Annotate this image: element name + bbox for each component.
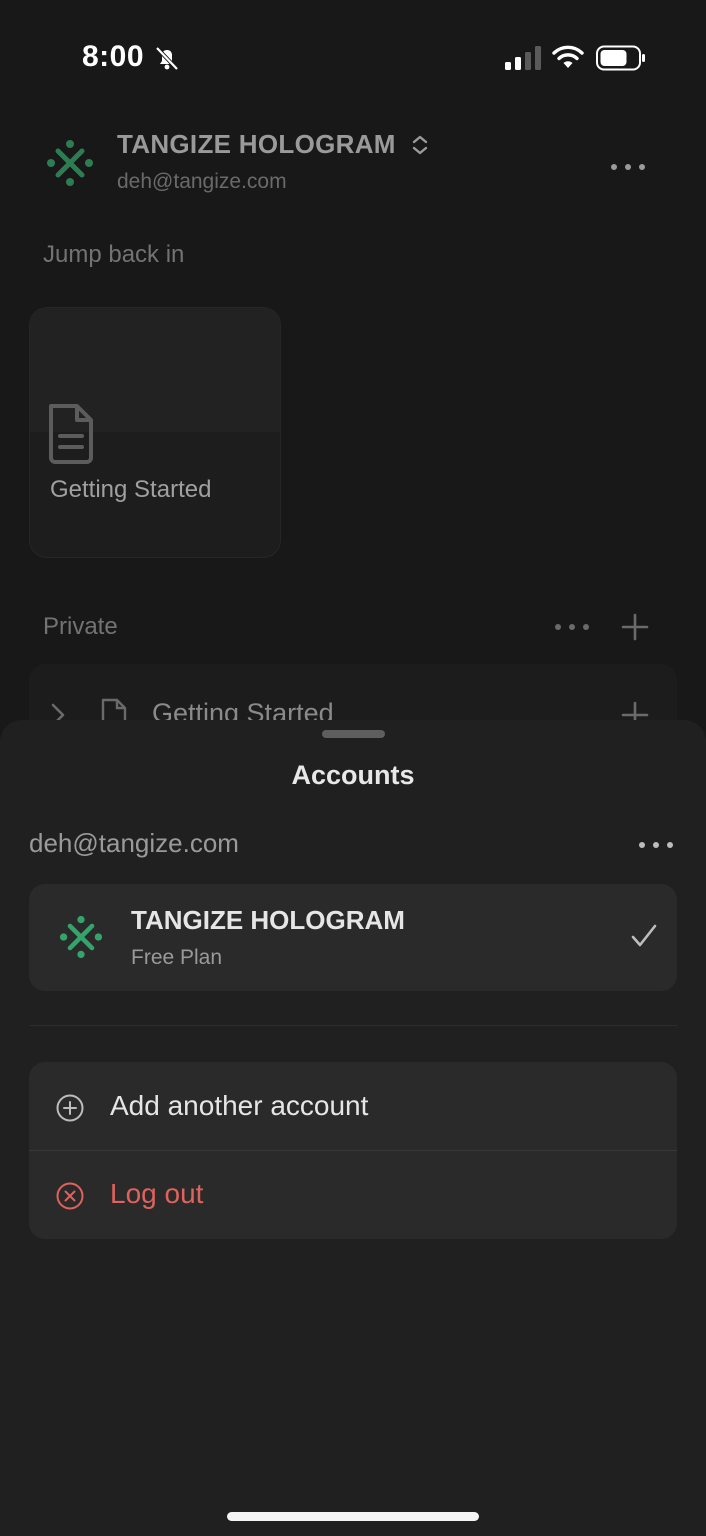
jump-back-in-heading: Jump back in [43, 241, 185, 268]
log-out-button[interactable]: Log out [110, 1178, 203, 1210]
add-another-account-button[interactable]: Add another account [110, 1090, 368, 1122]
bell-slash-icon [155, 46, 179, 71]
workspace-logo-icon [47, 140, 93, 186]
private-heading: Private [43, 613, 118, 640]
cellular-signal-icon [505, 46, 541, 70]
account-email: deh@tangize.com [29, 828, 239, 858]
checkmark-icon [631, 924, 657, 947]
workspace-email: deh@tangize.com [117, 170, 287, 193]
sheet-grabber[interactable] [322, 730, 385, 738]
more-icon[interactable] [552, 614, 592, 640]
workspace-option-plan: Free Plan [131, 946, 223, 969]
sheet-title: Accounts [291, 760, 415, 790]
wifi-icon [552, 45, 584, 68]
battery-icon [596, 45, 645, 71]
action-divider [29, 1150, 677, 1151]
chevron-up-down-icon[interactable] [410, 134, 430, 156]
plus-icon[interactable] [620, 612, 650, 642]
workspace-logo-icon [59, 915, 103, 959]
more-icon[interactable] [636, 832, 676, 858]
recent-page-card[interactable]: Getting Started [29, 307, 281, 558]
document-icon [49, 404, 93, 464]
workspace-option[interactable] [29, 884, 677, 991]
add-circle-icon[interactable] [55, 1093, 85, 1123]
section-divider [29, 1025, 677, 1026]
workspace-name[interactable]: TANGIZE HOLOGRAM [117, 129, 396, 160]
status-time: 8:00 [82, 40, 145, 73]
card-title: Getting Started [50, 476, 212, 503]
home-indicator[interactable] [227, 1512, 479, 1521]
workspace-option-name: TANGIZE HOLOGRAM [131, 905, 405, 935]
logout-x-circle-icon[interactable] [55, 1181, 85, 1211]
more-icon[interactable] [606, 152, 650, 182]
